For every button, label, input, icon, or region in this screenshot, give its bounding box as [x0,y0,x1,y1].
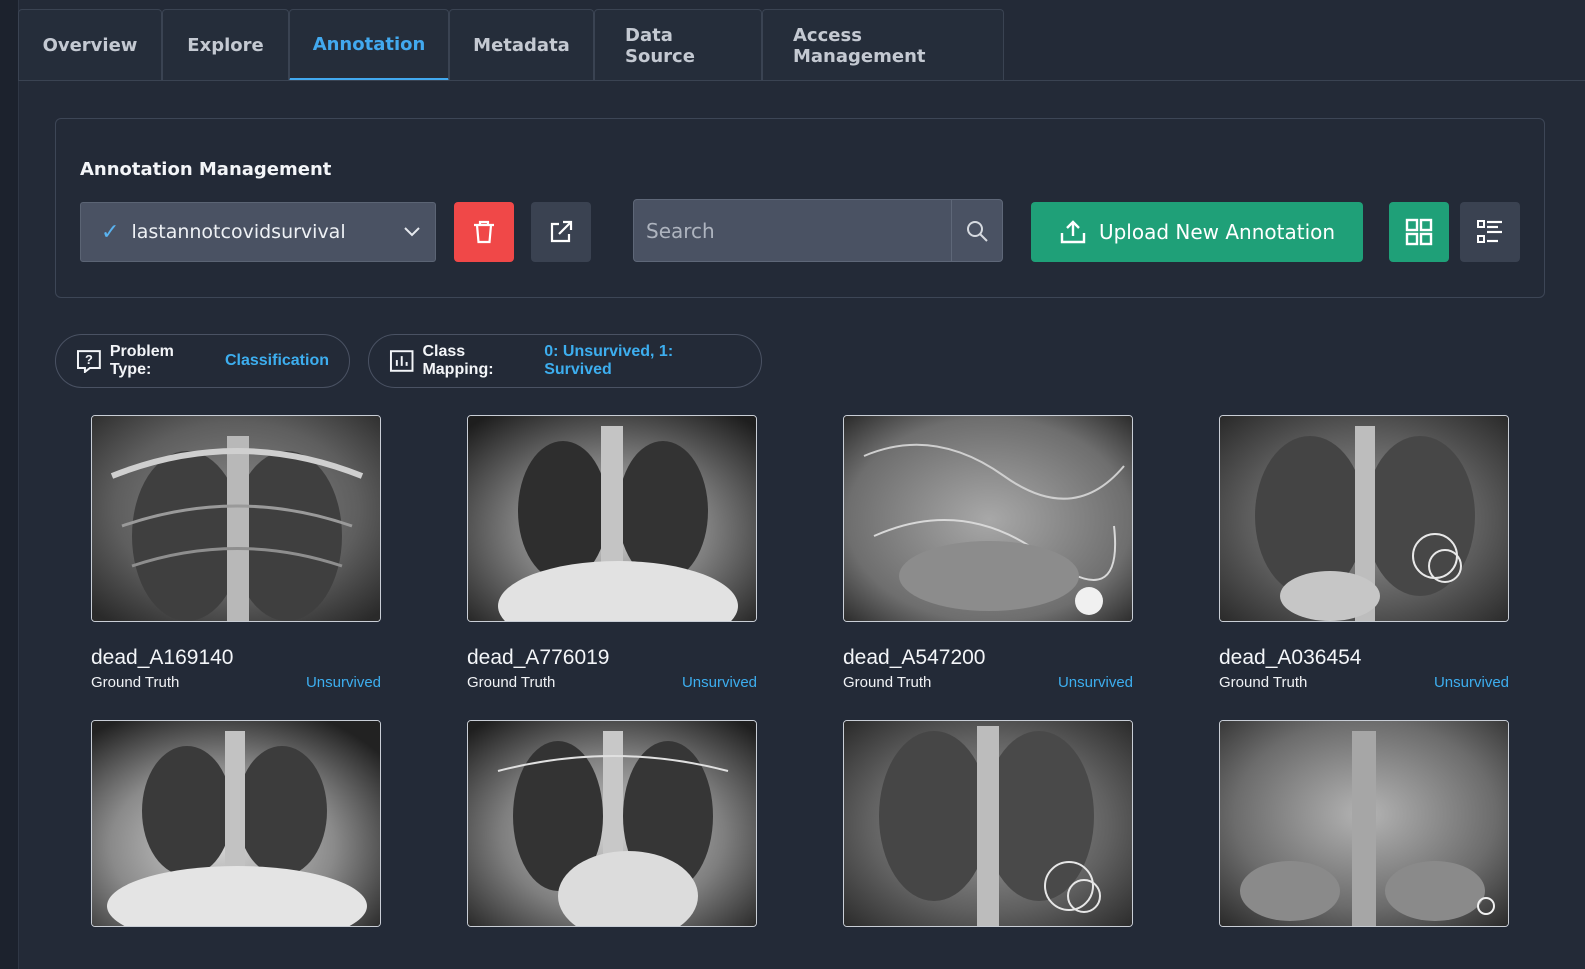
xray-image [92,721,380,926]
svg-text:?: ? [85,352,93,367]
tab-access-management[interactable]: Access Management [762,9,1004,81]
tab-metadata[interactable]: Metadata [449,9,594,81]
bar-chart-icon [389,350,414,372]
upload-icon [1060,220,1086,244]
image-card[interactable]: dead_A776019 Ground Truth Unsurvived [467,415,757,691]
image-name: dead_A169140 [91,646,234,669]
xray-image [844,416,1132,621]
xray-image [92,416,380,621]
upload-label: Upload New Annotation [1098,220,1336,244]
tab-bar: Overview Explore Annotation Metadata Dat… [18,9,1004,81]
xray-thumbnail[interactable] [91,720,381,927]
class-mapping-value: 0: Unsurvived, 1: Survived [544,343,674,378]
xray-thumbnail[interactable] [843,720,1133,927]
open-external-button[interactable] [531,202,591,262]
grid-icon [1405,218,1433,246]
problem-type-badge: ? Problem Type: Classification [55,334,350,388]
tab-overview[interactable]: Overview [18,9,162,81]
question-icon: ? [76,350,101,373]
xray-thumbnail[interactable] [1219,415,1509,622]
annotation-select[interactable]: ✓ lastannotcovidsurvival [80,202,436,262]
search-input[interactable] [634,199,951,262]
class-mapping-label: Class Mapping: [422,343,494,378]
external-link-icon [550,220,573,243]
left-rail [0,0,19,969]
xray-thumbnail[interactable] [91,415,381,622]
xray-image [844,721,1132,926]
tab-explore[interactable]: Explore [162,9,289,81]
trash-icon [474,220,494,244]
xray-thumbnail[interactable] [467,720,757,927]
image-card[interactable] [91,720,381,951]
tabs-divider [18,80,1585,81]
label-key: Ground Truth [1219,674,1308,691]
xray-image [468,416,756,621]
grid-view-button[interactable] [1389,202,1449,262]
xray-thumbnail[interactable] [1219,720,1509,927]
label-value: Unsurvived [1057,674,1133,691]
problem-type-label: Problem Type: [109,343,174,378]
image-card[interactable] [1219,720,1509,951]
xray-thumbnail[interactable] [467,415,757,622]
tab-data-source[interactable]: Data Source [594,9,762,81]
problem-type-value: Classification [224,352,329,369]
xray-image [1220,721,1508,926]
search-box [633,199,1003,262]
xray-image [1220,416,1508,621]
class-mapping-badge: Class Mapping: 0: Unsurvived, 1: Survive… [368,334,762,388]
check-icon: ✓ [101,219,120,245]
label-value: Unsurvived [681,674,757,691]
list-view-button[interactable] [1460,202,1520,262]
list-icon [1477,220,1502,243]
delete-annotation-button[interactable] [454,202,514,262]
upload-annotation-button[interactable]: Upload New Annotation [1031,202,1363,262]
image-card[interactable]: dead_A036454 Ground Truth Unsurvived [1219,415,1509,691]
image-card[interactable]: dead_A169140 Ground Truth Unsurvived [91,415,381,691]
image-name: dead_A776019 [467,646,610,669]
xray-thumbnail[interactable] [843,415,1133,622]
label-value: Unsurvived [1433,674,1509,691]
image-card[interactable] [467,720,757,951]
label-key: Ground Truth [91,674,180,691]
label-key: Ground Truth [843,674,932,691]
image-name: dead_A547200 [843,646,986,669]
image-card[interactable]: dead_A547200 Ground Truth Unsurvived [843,415,1133,691]
xray-image [468,721,756,926]
annotation-management-panel: Annotation Management ✓ lastannotcovidsu… [55,118,1545,298]
tab-annotation[interactable]: Annotation [289,9,449,81]
search-icon [967,220,988,242]
image-name: dead_A036454 [1219,646,1362,669]
selected-annotation: lastannotcovidsurvival [131,221,346,243]
label-value: Unsurvived [305,674,381,691]
chevron-down-icon [404,227,420,237]
image-card[interactable] [843,720,1133,951]
search-button[interactable] [951,200,1002,261]
panel-title: Annotation Management [80,159,332,180]
label-key: Ground Truth [467,674,556,691]
